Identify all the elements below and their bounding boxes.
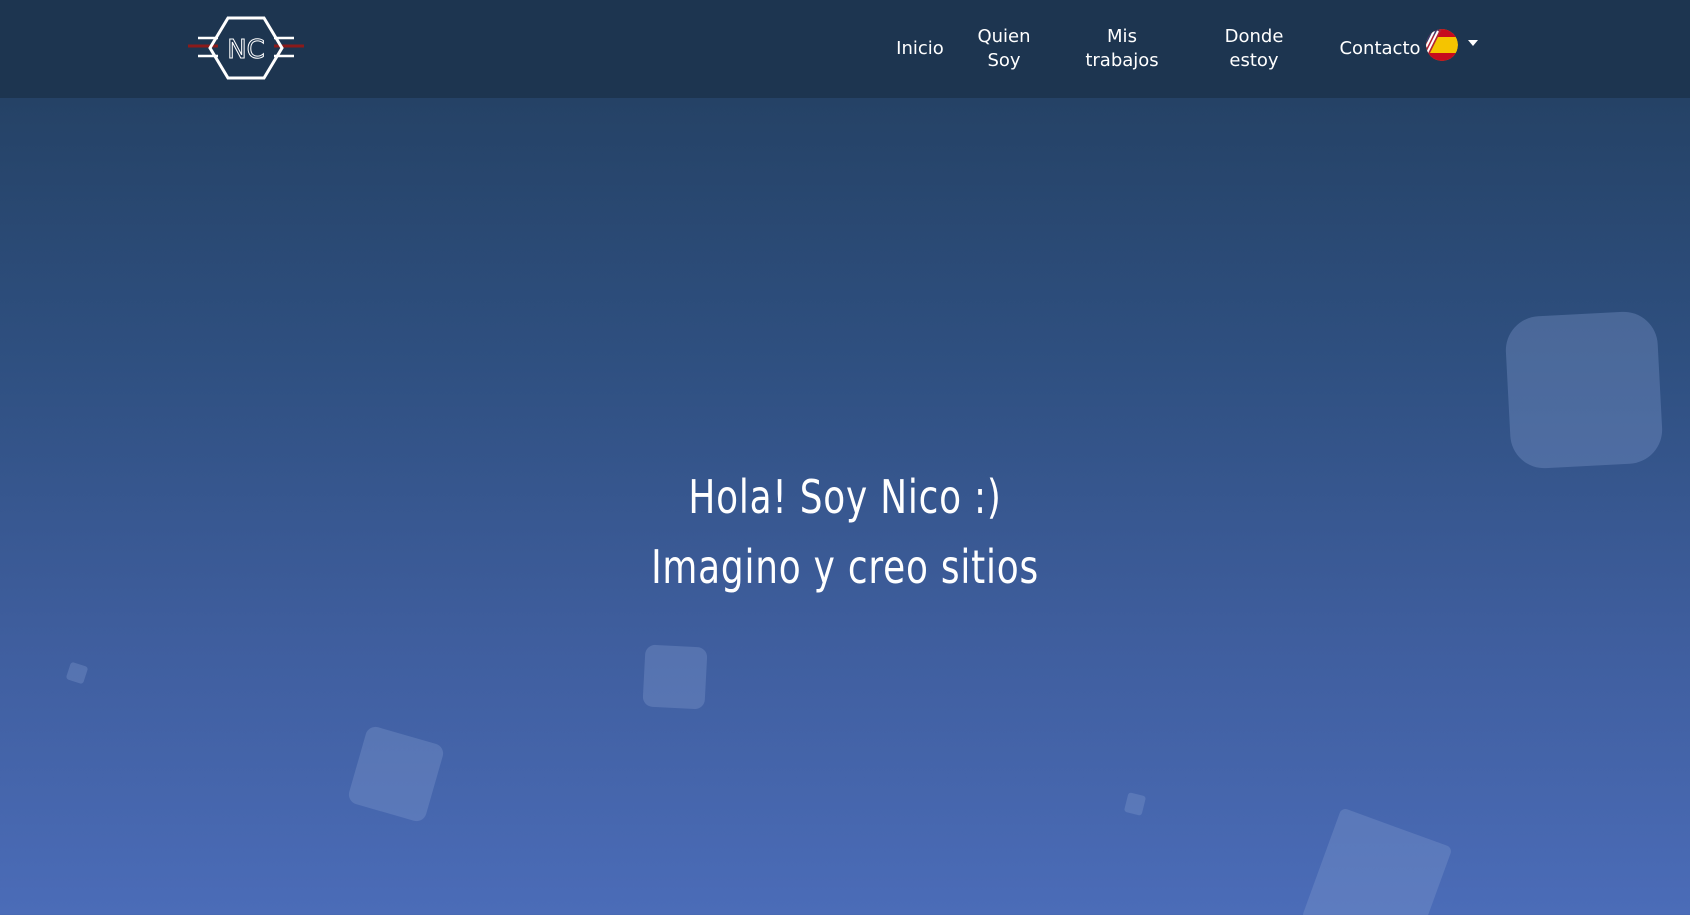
nav-link-label: estoy: [1229, 50, 1279, 71]
hero-line-1: Hola! Soy Nico :): [688, 470, 1002, 524]
nav-link-quien-soy[interactable]: Quien Soy: [962, 25, 1046, 73]
decorative-square: [642, 644, 708, 710]
nav-link-label: Quien: [977, 26, 1031, 47]
nav-link-mis-trabajos[interactable]: Mis trabajos: [1076, 25, 1168, 73]
nav-link-label: Inicio: [896, 38, 944, 59]
nav-link-label: Soy: [987, 50, 1021, 71]
hero-line-2: Imagino y creo sitios: [651, 540, 1039, 594]
navbar: NC Inicio Quien Soy Mis trabajos Donde e…: [0, 0, 1690, 98]
decorative-square: [1504, 310, 1664, 470]
nav-link-label: Donde: [1224, 26, 1284, 47]
hero-headline: Hola! Soy Nico :) Imagino y creo sitios: [0, 462, 1690, 602]
decorative-square: [1123, 792, 1147, 816]
decorative-square: [346, 724, 446, 824]
nav-link-contacto[interactable]: Contacto: [1330, 37, 1430, 61]
decorative-square: [65, 661, 89, 685]
language-flag-icon: [1426, 29, 1458, 61]
nav-link-label: Contacto: [1339, 38, 1421, 59]
nav-link-inicio[interactable]: Inicio: [880, 37, 960, 61]
nav-link-donde-estoy[interactable]: Donde estoy: [1214, 25, 1294, 73]
language-dropdown[interactable]: [1426, 28, 1482, 62]
site-logo[interactable]: NC: [188, 16, 304, 80]
main-nav: Inicio Quien Soy Mis trabajos Donde esto…: [880, 0, 1430, 98]
nav-link-label: trabajos: [1085, 50, 1159, 71]
chevron-down-icon: [1468, 40, 1478, 46]
nc-logo-icon: NC: [188, 16, 304, 80]
logo-text: NC: [227, 35, 265, 65]
nav-link-label: Mis: [1107, 26, 1137, 47]
decorative-square: [1301, 807, 1453, 915]
